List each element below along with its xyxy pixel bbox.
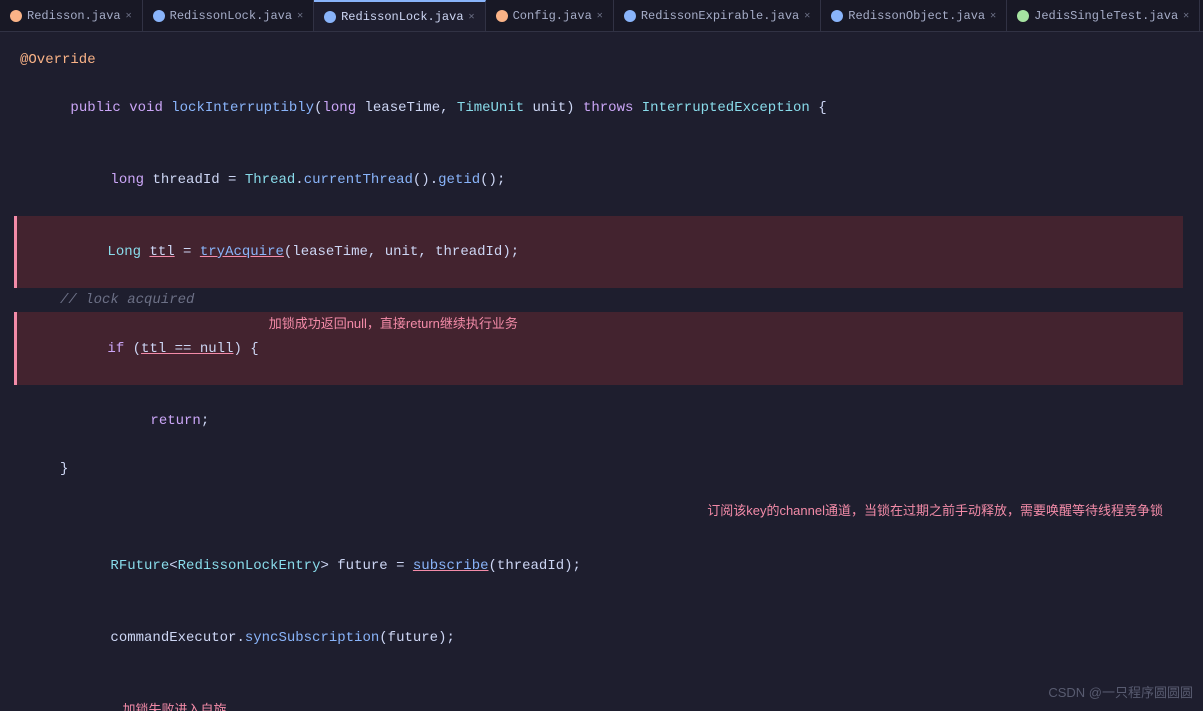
type-rfuture: RFuture — [110, 558, 169, 574]
annotation-override: @Override — [20, 48, 96, 72]
kw-if: if — [107, 341, 132, 357]
tab-config[interactable]: Config.java ✕ — [486, 0, 614, 31]
closing-brace-1: } — [60, 457, 68, 481]
method-brace: { — [810, 100, 827, 116]
return-semi: ; — [201, 413, 209, 429]
kw-long: long — [322, 100, 364, 116]
code-line-rfuture: RFuture<RedissonLockEntry> future = subs… — [20, 530, 1183, 602]
tab-close-redissonobject[interactable]: ✕ — [990, 10, 996, 22]
code-line-ttl: Long ttl = tryAcquire(leaseTime, unit, t… — [14, 216, 1183, 288]
threadid-code: long threadId = Thread.currentThread().g… — [60, 144, 505, 216]
tab-label-redissonlock2: RedissonLock.java — [341, 10, 463, 24]
kw-long2: long — [110, 172, 152, 188]
tab-icon-redissonexpirable — [624, 10, 636, 22]
kw-void: void — [129, 100, 171, 116]
annotation-spinlock: 加锁失败进入自旋 — [122, 698, 226, 711]
code-line-commandexecutor: commandExecutor.syncSubscription(future)… — [20, 602, 1183, 674]
var-ttl: ttl — [149, 244, 174, 260]
fn-syncsubscription: syncSubscription — [245, 630, 379, 646]
tab-redissonlock-1[interactable]: RedissonLock.java ✕ — [143, 0, 314, 31]
tab-jedissingletest[interactable]: JedisSingleTest.java ✕ — [1007, 0, 1200, 31]
annotation-subscribe: 订阅该key的channel通道，当锁在过期之前手动释放，需要唤醒等待线程竞争锁 — [707, 500, 1163, 522]
tab-close-redissonlock2[interactable]: ✕ — [469, 11, 475, 23]
type-timeunit: TimeUnit — [457, 100, 533, 116]
syncsubscription-params: (future); — [379, 630, 455, 646]
var-threadid: threadId = — [152, 172, 244, 188]
code-line-brace1: } — [20, 457, 1183, 481]
fn-subscribe: subscribe — [413, 558, 489, 574]
type-long: Long — [107, 244, 149, 260]
subscribe-params: (threadId); — [489, 558, 581, 574]
kw-public: public — [70, 100, 129, 116]
annotation-lock-success: 加锁成功返回null，直接return继续执行业务 — [269, 312, 518, 336]
if-ttl-code: if (ttl == null) { — [57, 313, 259, 385]
tab-close-redisson[interactable]: ✕ — [126, 10, 132, 22]
fn-tryacquire: tryAcquire — [200, 244, 284, 260]
tab-redissonexpirable[interactable]: RedissonExpirable.java ✕ — [614, 0, 821, 31]
tab-label-config: Config.java — [513, 9, 592, 23]
if-paren-close: ) { — [233, 341, 258, 357]
ttl-eq: = — [175, 244, 200, 260]
code-line-empty2 — [20, 674, 1183, 698]
code-area: @Override public void lockInterruptibly(… — [0, 32, 1203, 711]
code-line-try: try { 加锁失败进入自旋 — [20, 698, 1183, 711]
commandexecutor-code: commandExecutor.syncSubscription(future)… — [60, 602, 455, 674]
tab-icon-redissonobject — [831, 10, 843, 22]
rfuture-generic-close: > future = — [320, 558, 412, 574]
code-line-threadid: long threadId = Thread.currentThread().g… — [20, 144, 1183, 216]
tab-label-jedissingletest: JedisSingleTest.java — [1034, 9, 1178, 23]
tab-label-redisson: Redisson.java — [27, 9, 121, 23]
type-thread: Thread — [245, 172, 295, 188]
kw-return: return — [150, 413, 200, 429]
fn-currentthread: currentThread — [304, 172, 413, 188]
type-redissonlockentry: RedissonLockEntry — [178, 558, 321, 574]
tab-icon-jedissingletest — [1017, 10, 1029, 22]
thread-call: . — [295, 172, 303, 188]
tab-icon-redissonlock2 — [324, 11, 336, 23]
code-line-override: @Override — [20, 48, 1183, 72]
tab-icon-redissonlock1 — [153, 10, 165, 22]
thread-call2: (). — [413, 172, 438, 188]
method-signature: public void lockInterruptibly(long lease… — [20, 72, 827, 144]
tab-label-redissonlock1: RedissonLock.java — [170, 9, 292, 23]
param-unit: unit) — [533, 100, 583, 116]
commandexecutor-call: commandExecutor. — [110, 630, 244, 646]
tab-label-redissonobject: RedissonObject.java — [848, 9, 985, 23]
code-line-if-ttl: if (ttl == null) { 加锁成功返回null，直接return继续… — [14, 312, 1183, 385]
try-code: try { — [20, 699, 112, 711]
tab-close-jedissingletest[interactable]: ✕ — [1183, 10, 1189, 22]
code-line-comment1: // lock acquired — [20, 288, 1183, 312]
tab-close-redissonlock1[interactable]: ✕ — [297, 10, 303, 22]
tab-bar: Redisson.java ✕ RedissonLock.java ✕ Redi… — [0, 0, 1203, 32]
tab-icon-redisson — [10, 10, 22, 22]
ttl-params: (leaseTime, unit, threadId); — [284, 244, 519, 260]
tab-icon-config — [496, 10, 508, 22]
thread-call3: (); — [480, 172, 505, 188]
kw-throws: throws — [583, 100, 642, 116]
rfuture-generic: < — [169, 558, 177, 574]
rfuture-code: RFuture<RedissonLockEntry> future = subs… — [60, 530, 581, 602]
if-paren-open: ( — [133, 341, 141, 357]
fn-lockinterruptibly: lockInterruptibly — [171, 100, 314, 116]
fn-getid: getid — [438, 172, 480, 188]
comment-lock-acquired-1: // lock acquired — [60, 288, 194, 312]
watermark: CSDN @一只程序圆圆圆 — [1048, 682, 1193, 701]
tab-redissonlock-2[interactable]: RedissonLock.java ✕ — [314, 0, 485, 31]
code-line-return: return; — [20, 385, 1183, 457]
tab-redisson[interactable]: Redisson.java ✕ — [0, 0, 143, 31]
tab-close-config[interactable]: ✕ — [597, 10, 603, 22]
tab-close-redissonexpirable[interactable]: ✕ — [804, 10, 810, 22]
tab-redissonobject[interactable]: RedissonObject.java ✕ — [821, 0, 1007, 31]
tab-label-redissonexpirable: RedissonExpirable.java — [641, 9, 799, 23]
ttl-code: Long ttl = tryAcquire(leaseTime, unit, t… — [57, 216, 519, 288]
return-code: return; — [100, 385, 209, 457]
param-leasetime: leaseTime, — [365, 100, 457, 116]
code-line-method: public void lockInterruptibly(long lease… — [20, 72, 1183, 144]
if-ttl-var: ttl == null — [141, 341, 233, 357]
type-interruptedexception: InterruptedException — [642, 100, 810, 116]
